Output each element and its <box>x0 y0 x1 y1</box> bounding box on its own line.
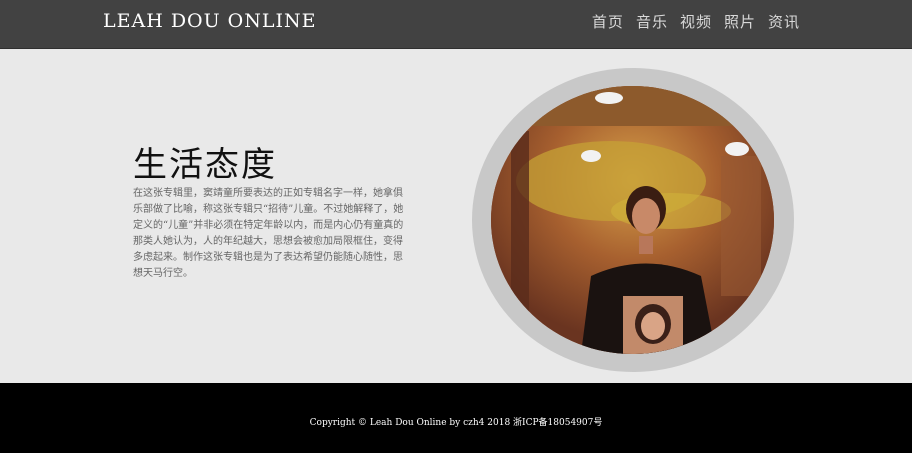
nav-item-photos[interactable]: 照片 <box>724 11 756 32</box>
main-section: 生活态度 在这张专辑里，窦靖童所要表达的正如专辑名字一样，她拿俱乐部做了比喻，称… <box>0 49 912 383</box>
site-brand-link[interactable]: LEAH DOU ONLINE <box>103 10 317 32</box>
artist-photo <box>491 86 774 354</box>
copyright-text: Copyright © Leah Dou Online by czh4 2018… <box>309 418 603 428</box>
main-nav: 首页 音乐 视频 照片 资讯 <box>592 11 800 32</box>
site-footer: Copyright © Leah Dou Online by czh4 2018… <box>0 383 912 453</box>
artist-photo-image <box>491 86 774 354</box>
nav-item-video[interactable]: 视频 <box>680 11 712 32</box>
section-paragraph: 在这张专辑里，窦靖童所要表达的正如专辑名字一样，她拿俱乐部做了比喻，称这张专辑只… <box>133 188 404 279</box>
section-title: 生活态度 <box>133 145 277 185</box>
nav-item-home[interactable]: 首页 <box>592 11 624 32</box>
site-header: LEAH DOU ONLINE 首页 音乐 视频 照片 资讯 <box>0 0 912 49</box>
nav-item-music[interactable]: 音乐 <box>636 11 668 32</box>
photo-frame <box>472 68 794 372</box>
nav-item-news[interactable]: 资讯 <box>768 11 800 32</box>
